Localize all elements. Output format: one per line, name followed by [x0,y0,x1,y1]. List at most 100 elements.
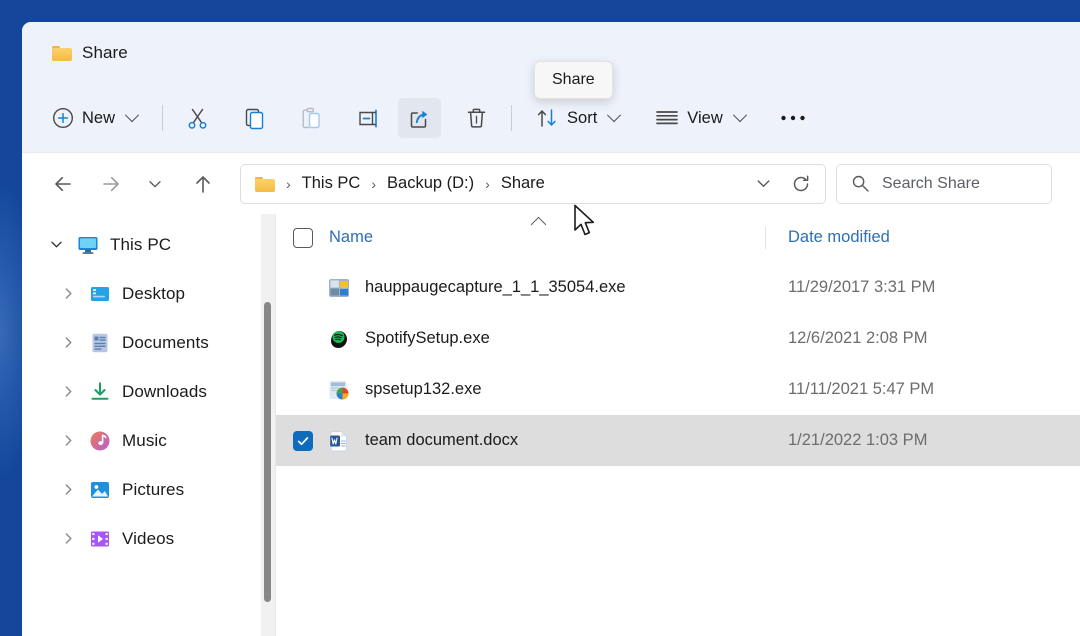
column-divider[interactable] [765,227,766,249]
new-button[interactable]: New [42,98,149,138]
toolbar-separator-2 [511,105,512,131]
sidebar-item-label: This PC [110,235,171,255]
row-checkbox[interactable] [293,329,313,349]
column-header-name[interactable]: Name [293,228,765,248]
checkmark-icon [296,434,310,448]
exe-generic-icon [327,276,351,300]
file-name: team document.docx [365,431,518,450]
sidebar-item-videos[interactable]: Videos [28,514,269,563]
folder-icon [255,176,275,192]
toolbar-separator [162,105,163,131]
view-button[interactable]: View [645,98,756,138]
column-header-row: Name Date modified [276,214,1080,262]
share-button[interactable] [398,98,441,138]
chevron-right-icon[interactable] [58,335,78,350]
sidebar-item-label: Desktop [122,284,185,304]
downloads-icon [88,380,112,404]
breadcrumb-item-this-pc[interactable]: This PC [296,171,367,196]
chevron-down-icon[interactable] [46,237,66,252]
select-all-checkbox[interactable] [293,228,313,248]
scissors-icon [185,106,210,131]
chevron-right-icon[interactable] [58,531,78,546]
file-name-cell: team document.docx [293,429,765,453]
cut-button[interactable] [176,98,219,138]
delete-button[interactable] [455,98,498,138]
address-bar[interactable]: › This PC › Backup (D:) › Share [240,164,826,204]
column-header-date-modified[interactable]: Date modified [788,228,890,247]
chevron-down-icon [147,176,163,192]
sort-button-label: Sort [567,109,597,128]
search-placeholder: Search Share [882,175,980,193]
sidebar-item-documents[interactable]: Documents [28,318,269,367]
chevron-right-icon[interactable] [58,482,78,497]
rename-icon [356,106,381,131]
search-input[interactable]: Search Share [836,164,1052,204]
rename-button[interactable] [347,98,390,138]
up-button[interactable] [184,165,222,203]
sidebar-scrollbar[interactable] [261,214,275,636]
file-name-cell: SpotifySetup.exe [293,327,765,351]
table-row[interactable]: spsetup132.exe 11/11/2021 5:47 PM [276,364,1080,415]
sidebar-item-label: Pictures [122,480,184,500]
file-name: SpotifySetup.exe [365,329,490,348]
paste-icon [299,106,324,131]
row-checkbox[interactable] [293,278,313,298]
file-list-pane: Name Date modified haupp [276,214,1080,636]
sidebar-item-label: Documents [122,333,209,353]
breadcrumb-item-share[interactable]: Share [495,171,551,196]
refresh-button[interactable] [783,167,819,201]
sidebar-item-label: Downloads [122,382,207,402]
back-button[interactable] [44,165,82,203]
address-dropdown-button[interactable] [745,167,781,201]
new-button-label: New [82,109,115,128]
table-row[interactable]: team document.docx 1/21/2022 1:03 PM [276,415,1080,466]
folder-icon [52,45,72,61]
table-row[interactable]: SpotifySetup.exe 12/6/2021 2:08 PM [276,313,1080,364]
sidebar-item-downloads[interactable]: Downloads [28,367,269,416]
pictures-icon [88,478,112,502]
view-button-label: View [687,109,722,128]
explorer-body: This PC Desktop [22,214,1080,636]
sidebar-item-desktop[interactable]: Desktop [28,269,269,318]
share-tooltip: Share [534,61,613,99]
table-row[interactable]: hauppaugecapture_1_1_35054.exe 11/29/201… [276,262,1080,313]
sidebar-item-pictures[interactable]: Pictures [28,465,269,514]
sidebar-item-label: Videos [122,529,174,549]
row-checkbox[interactable] [293,431,313,451]
sort-button[interactable]: Sort [525,98,631,138]
sidebar-item-music[interactable]: Music [28,416,269,465]
monitor-icon [76,233,100,257]
breadcrumb-item-backup-d[interactable]: Backup (D:) [381,171,480,196]
file-date-modified: 11/11/2021 5:47 PM [765,380,934,399]
chevron-right-icon[interactable] [58,384,78,399]
forward-button[interactable] [92,165,130,203]
music-icon [88,429,112,453]
file-name-cell: hauppaugecapture_1_1_35054.exe [293,276,765,300]
address-row: › This PC › Backup (D:) › Share [22,152,1080,214]
row-checkbox[interactable] [293,380,313,400]
recent-locations-button[interactable] [140,165,170,203]
tab-share[interactable]: Share [40,35,140,71]
documents-icon [88,331,112,355]
file-date-modified: 11/29/2017 3:31 PM [765,278,935,297]
breadcrumb-separator: › [283,177,294,191]
file-date-modified: 12/6/2021 2:08 PM [765,329,927,348]
paste-button[interactable] [290,98,333,138]
file-name: spsetup132.exe [365,380,482,399]
file-name: hauppaugecapture_1_1_35054.exe [365,278,626,297]
spotify-icon [327,327,351,351]
sidebar-scrollbar-thumb[interactable] [264,302,271,602]
chevron-down-icon [607,108,621,122]
refresh-icon [791,174,811,194]
arrow-right-icon [99,172,123,196]
desktop-icon [88,282,112,306]
chevron-down-icon [125,108,139,122]
copy-button[interactable] [233,98,276,138]
sidebar-item-this-pc[interactable]: This PC [28,220,269,269]
arrow-left-icon [51,172,75,196]
chevron-right-icon[interactable] [58,433,78,448]
share-icon [407,106,432,131]
plus-circle-icon [52,107,74,129]
chevron-right-icon[interactable] [58,286,78,301]
more-options-button[interactable] [771,98,815,138]
